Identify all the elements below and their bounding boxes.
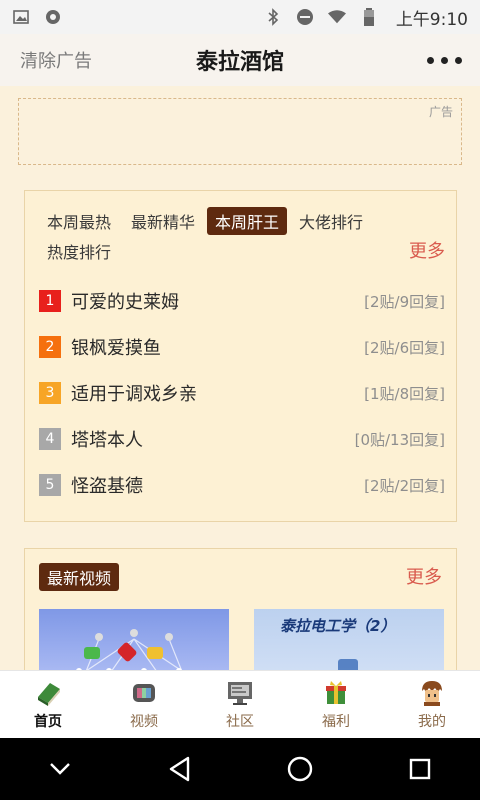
back-icon[interactable]	[155, 744, 205, 794]
nav-home[interactable]: 首页	[0, 671, 96, 738]
app-notification-icon	[44, 8, 62, 26]
gift-icon	[322, 679, 350, 707]
clock: 上午9:10	[395, 9, 468, 30]
list-item[interactable]: 2 银枫爱摸鱼 [2贴/6回复]	[39, 333, 445, 361]
rank-badge: 4	[39, 428, 61, 450]
avatar-icon	[418, 679, 446, 707]
status-bar: 上午9:10	[0, 0, 480, 34]
list-item[interactable]: 3 适用于调戏乡亲 [1贴/8回复]	[39, 379, 445, 407]
user-name: 适用于调戏乡亲	[71, 384, 197, 405]
more-options-icon[interactable]	[427, 48, 462, 72]
nav-benefits[interactable]: 福利	[288, 671, 384, 738]
ad-banner[interactable]: 广告	[18, 98, 462, 165]
system-nav-bar	[0, 738, 480, 800]
ranking-more-link[interactable]: 更多	[409, 237, 445, 263]
nav-label: 社区	[226, 713, 254, 730]
do-not-disturb-icon	[296, 8, 314, 26]
list-item[interactable]: 4 塔塔本人 [0贴/13回复]	[39, 425, 445, 453]
tv-icon	[130, 679, 158, 707]
rank-badge: 1	[39, 290, 61, 312]
nav-label: 福利	[322, 713, 350, 730]
user-stats: [2贴/6回复]	[364, 338, 445, 357]
user-stats: [2贴/9回复]	[364, 292, 445, 311]
title-bar: 清除广告 泰拉酒馆	[0, 34, 480, 86]
wifi-icon	[327, 8, 346, 26]
user-name: 怪盗基德	[71, 476, 143, 497]
tab-popularity-ranking[interactable]: 热度排行	[39, 237, 119, 265]
list-item[interactable]: 5 怪盗基德 [2贴/2回复]	[39, 471, 445, 499]
ranking-card: 本周最热 最新精华 本周肝王 大佬排行 热度排行 更多 1 可爱的史莱姆 [2贴…	[24, 190, 457, 522]
tab-expert-ranking[interactable]: 大佬排行	[291, 207, 371, 235]
rank-badge: 2	[39, 336, 61, 358]
bottom-nav: 首页 视频 社区 福利 我的	[0, 670, 480, 738]
user-name: 塔塔本人	[71, 430, 143, 451]
video-card: 最新视频 更多 泰拉电工学（2）	[24, 548, 457, 670]
nav-community[interactable]: 社区	[192, 671, 288, 738]
nav-profile[interactable]: 我的	[384, 671, 480, 738]
video-thumbnail[interactable]: 泰拉电工学（2）	[254, 609, 444, 670]
tab-weekly-hot[interactable]: 本周最热	[39, 207, 119, 235]
chevron-down-icon[interactable]	[35, 744, 85, 794]
nav-label: 视频	[130, 713, 158, 730]
videos-more-link[interactable]: 更多	[406, 563, 442, 589]
clear-ads-button[interactable]: 清除广告	[20, 47, 92, 73]
user-name: 可爱的史莱姆	[71, 292, 179, 313]
rank-badge: 3	[39, 382, 61, 404]
monitor-icon	[226, 679, 254, 707]
user-name: 银枫爱摸鱼	[71, 338, 161, 359]
tab-latest-featured[interactable]: 最新精华	[123, 207, 203, 235]
ad-label: 广告	[428, 105, 453, 119]
recents-icon[interactable]	[395, 744, 445, 794]
bluetooth-icon	[264, 8, 282, 26]
user-stats: [1贴/8回复]	[364, 384, 445, 403]
rank-badge: 5	[39, 474, 61, 496]
home-icon[interactable]	[275, 744, 325, 794]
image-notification-icon	[12, 8, 30, 26]
video-thumbnail[interactable]	[39, 609, 229, 670]
nav-label: 我的	[418, 713, 446, 730]
section-title: 最新视频	[39, 563, 120, 591]
tab-weekly-grinder[interactable]: 本周肝王	[207, 207, 288, 235]
video-thumbnail-art	[338, 659, 358, 670]
list-item[interactable]: 1 可爱的史莱姆 [2贴/9回复]	[39, 287, 445, 315]
page-title: 泰拉酒馆	[195, 50, 284, 75]
nav-label: 首页	[34, 713, 62, 730]
battery-icon	[360, 8, 378, 26]
main-content[interactable]: 广告 本周最热 最新精华 本周肝王 大佬排行 热度排行 更多 1 可爱的史莱姆 …	[0, 86, 480, 670]
user-stats: [2贴/2回复]	[364, 476, 445, 495]
book-icon	[34, 679, 62, 707]
video-thumbnail-art	[76, 629, 183, 670]
user-stats: [0贴/13回复]	[354, 430, 445, 449]
nav-videos[interactable]: 视频	[96, 671, 192, 738]
